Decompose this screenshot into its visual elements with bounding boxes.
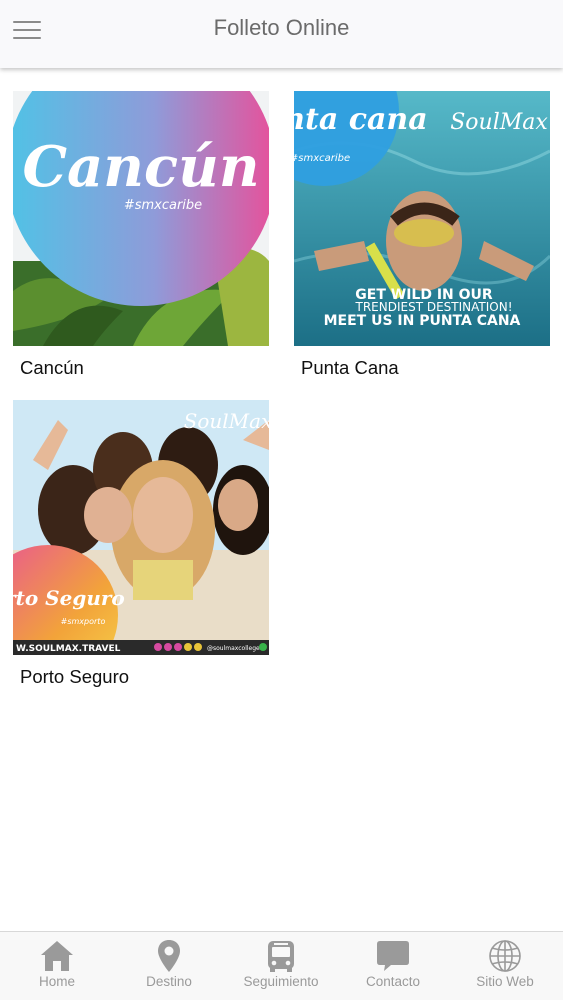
location-pin-icon — [158, 940, 180, 972]
tab-home[interactable]: Home — [1, 932, 113, 1000]
porto-seguro-website: W.SOULMAX.TRAVEL — [16, 644, 121, 654]
punta-cana-brand: SoulMax — [450, 110, 548, 135]
cancun-script-title: Cancún — [22, 134, 259, 200]
tab-contacto-label: Contacto — [365, 974, 421, 989]
tab-home-label: Home — [38, 974, 75, 989]
punta-cana-script-title: punta cana — [294, 102, 428, 137]
app-header: Folleto Online — [0, 0, 563, 68]
destination-label-cancun[interactable]: Cancún — [20, 357, 269, 379]
porto-seguro-handle: @soulmaxcollege — [207, 645, 260, 652]
home-icon — [41, 941, 73, 971]
destination-image-punta-cana[interactable]: punta cana #smxcaribe SoulMax GET WILD I… — [294, 91, 550, 346]
tab-sitio-web[interactable]: Sitio Web — [449, 932, 561, 1000]
cancun-hashtag: #smxcaribe — [124, 198, 202, 213]
bottom-tab-bar: Home Destino Seguimiento Contacto Sitio … — [0, 931, 563, 1000]
chat-bubble-icon — [377, 941, 409, 971]
destination-image-porto-seguro[interactable]: Porto Seguro #smxporto SoulMax W.SOULMAX… — [13, 400, 269, 655]
porto-seguro-script-title: Porto Seguro — [13, 586, 125, 610]
destination-label-punta-cana[interactable]: Punta Cana — [301, 357, 550, 379]
tab-destino-label: Destino — [146, 974, 192, 989]
punta-cana-line3: MEET US IN PUNTA CANA — [324, 313, 521, 329]
bus-icon — [268, 941, 294, 972]
punta-cana-hashtag: #smxcaribe — [294, 153, 350, 164]
destination-card-cancun[interactable]: Cancún #smxcaribe Cancún — [13, 91, 269, 379]
tab-seguimiento-label: Seguimiento — [243, 974, 319, 989]
porto-seguro-brand: SoulMax — [184, 409, 269, 433]
porto-seguro-hashtag: #smxporto — [61, 617, 106, 626]
destination-card-punta-cana[interactable]: punta cana #smxcaribe SoulMax GET WILD I… — [294, 91, 550, 379]
page-title: Folleto Online — [213, 15, 350, 40]
tab-seguimiento[interactable]: Seguimiento — [225, 932, 337, 1000]
tab-destino[interactable]: Destino — [113, 932, 225, 1000]
destination-label-porto-seguro[interactable]: Porto Seguro — [20, 666, 269, 688]
destination-image-cancun[interactable]: Cancún #smxcaribe — [13, 91, 269, 346]
tab-sitio-web-label: Sitio Web — [476, 974, 534, 989]
destination-card-porto-seguro[interactable]: Porto Seguro #smxporto SoulMax W.SOULMAX… — [13, 400, 269, 688]
globe-icon — [489, 940, 521, 972]
punta-cana-line2: TRENDIEST DESTINATION! — [354, 300, 512, 314]
tab-contacto[interactable]: Contacto — [337, 932, 449, 1000]
